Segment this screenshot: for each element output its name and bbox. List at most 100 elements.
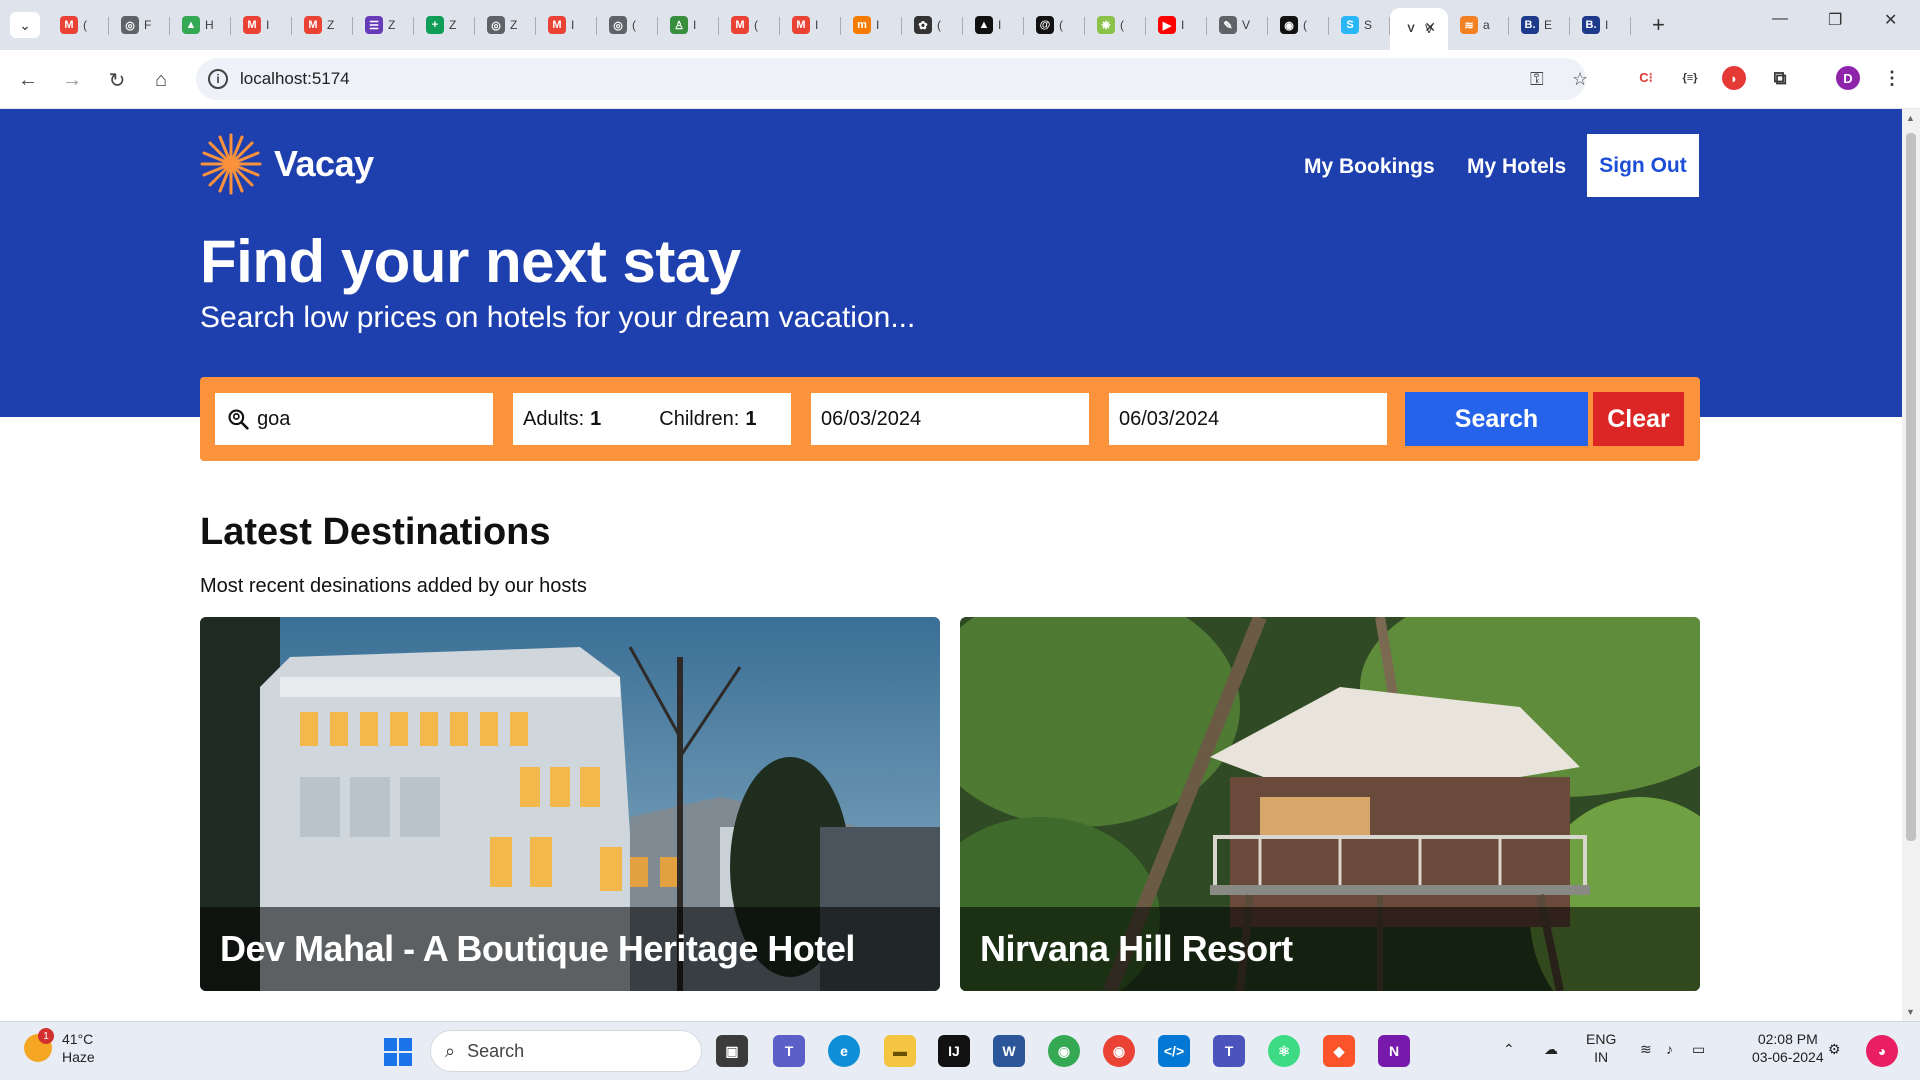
brave-icon[interactable]: ◆: [1323, 1035, 1355, 1067]
browser-tab[interactable]: MI: [536, 8, 597, 42]
github-icon: ◉: [1280, 16, 1298, 34]
scroll-up-arrow-icon[interactable]: ▲: [1906, 113, 1915, 123]
bookmark-star-icon[interactable]: ☆: [1572, 69, 1588, 90]
destination-input[interactable]: [257, 407, 493, 431]
browser-tab[interactable]: MZ: [292, 8, 353, 42]
electron-icon[interactable]: ⚛: [1268, 1035, 1300, 1067]
chrome-profile-icon[interactable]: ◉: [1103, 1035, 1135, 1067]
browser-tab[interactable]: M(: [719, 8, 780, 42]
edge-icon[interactable]: e: [828, 1035, 860, 1067]
check-out-field[interactable]: 06/03/2024: [1109, 393, 1387, 445]
new-tab-plus-icon[interactable]: +: [1652, 12, 1665, 38]
destination-field[interactable]: [215, 393, 493, 445]
browser-tab[interactable]: + Z: [414, 8, 475, 42]
browser-tab[interactable]: ▶ I: [1146, 8, 1207, 42]
browser-tab[interactable]: ◎ F: [109, 8, 170, 42]
my-hotels-link[interactable]: My Hotels: [1467, 155, 1566, 179]
page-scrollbar[interactable]: ▲ ▼: [1902, 109, 1920, 1021]
file-explorer-icon[interactable]: ▬: [884, 1035, 916, 1067]
browser-tab[interactable]: ✎ V: [1207, 8, 1268, 42]
taskbar-search[interactable]: ⌕ Search: [430, 1030, 702, 1072]
browser-menu-icon[interactable]: ⋮: [1880, 66, 1904, 90]
gmail-icon: M: [304, 16, 322, 34]
teams-classic-icon[interactable]: T: [1213, 1035, 1245, 1067]
browser-tab[interactable]: mI: [841, 8, 902, 42]
vacay-icon: V: [1407, 23, 1415, 35]
window-close-icon[interactable]: ✕: [1884, 10, 1897, 30]
tab-title: H: [205, 18, 214, 32]
extension-c-icon[interactable]: C⁝: [1634, 66, 1658, 90]
adults-input[interactable]: 1: [590, 408, 601, 431]
address-bar[interactable]: i localhost:5174: [196, 58, 1586, 100]
back-arrow-icon[interactable]: ←: [14, 66, 42, 94]
sign-out-button[interactable]: Sign Out: [1587, 134, 1699, 197]
browser-tab[interactable]: ≋ a: [1448, 8, 1509, 42]
tab-title: (: [632, 18, 636, 32]
browser-tab[interactable]: ◎(: [597, 8, 658, 42]
destination-card[interactable]: Dev Mahal - A Boutique Heritage Hotel: [200, 617, 940, 991]
search-button[interactable]: Search: [1405, 392, 1588, 446]
extension-shield-icon[interactable]: ◗: [1722, 66, 1746, 90]
browser-tab[interactable]: ▲ I: [963, 8, 1024, 42]
clock-date: 03-06-2024: [1752, 1049, 1824, 1065]
check-in-date[interactable]: 06/03/2024: [821, 408, 921, 431]
home-icon[interactable]: ⌂: [147, 66, 175, 94]
tab-close-icon[interactable]: ✕: [1424, 19, 1436, 36]
scrollbar-thumb[interactable]: [1906, 133, 1916, 841]
browser-tab[interactable]: ◉(: [1268, 8, 1329, 42]
browser-tab[interactable]: ♙ I: [658, 8, 719, 42]
check-in-field[interactable]: 06/03/2024: [811, 393, 1089, 445]
vacay-logo[interactable]: Vacay: [200, 133, 374, 195]
reload-icon[interactable]: ↻: [103, 66, 131, 94]
browser-tab[interactable]: M(: [48, 8, 109, 42]
scroll-down-arrow-icon[interactable]: ▼: [1906, 1007, 1915, 1017]
onedrive-cloud-icon[interactable]: ☁: [1544, 1040, 1558, 1058]
battery-icon[interactable]: ▭: [1692, 1040, 1705, 1058]
browser-tab[interactable]: B. E: [1509, 8, 1570, 42]
vscode-icon[interactable]: </>: [1158, 1035, 1190, 1067]
browser-tab[interactable]: ❋(: [1085, 8, 1146, 42]
browser-tab[interactable]: V V ✕: [1390, 8, 1448, 50]
extension-json-icon[interactable]: {≡}: [1678, 66, 1702, 90]
tab-title: I: [876, 18, 880, 32]
site-info-icon[interactable]: i: [208, 69, 228, 89]
minimize-icon[interactable]: —: [1772, 10, 1788, 28]
intellij-icon[interactable]: IJ: [938, 1035, 970, 1067]
windows-start-icon[interactable]: [384, 1038, 412, 1066]
check-out-date[interactable]: 06/03/2024: [1119, 408, 1219, 431]
browser-tab[interactable]: B. I: [1570, 8, 1631, 42]
browser-tab[interactable]: SS: [1329, 8, 1390, 42]
tab-search-chevron-icon[interactable]: ⌄: [10, 12, 40, 38]
onenote-icon[interactable]: N: [1378, 1035, 1410, 1067]
volume-icon[interactable]: ♪: [1666, 1040, 1673, 1058]
browser-tab[interactable]: ✿(: [902, 8, 963, 42]
destination-card[interactable]: Nirvana Hill Resort: [960, 617, 1700, 991]
extensions-puzzle-icon[interactable]: ⧉: [1768, 66, 1792, 90]
url-text[interactable]: localhost:5174: [240, 69, 350, 89]
notifications-icon[interactable]: ⚙: [1828, 1040, 1841, 1058]
language-indicator[interactable]: ENG IN: [1586, 1030, 1616, 1066]
browser-tab[interactable]: ◎ Z: [475, 8, 536, 42]
my-bookings-link[interactable]: My Bookings: [1304, 155, 1435, 179]
word-icon[interactable]: W: [993, 1035, 1025, 1067]
browser-tab[interactable]: MI: [780, 8, 841, 42]
browser-tab[interactable]: ☰ Z: [353, 8, 414, 42]
chrome-icon[interactable]: ◉: [1048, 1035, 1080, 1067]
children-input[interactable]: 1: [745, 408, 756, 431]
password-key-icon[interactable]: ⚿: [1530, 69, 1544, 90]
restore-icon[interactable]: ❐: [1828, 10, 1842, 30]
tray-chevron-icon[interactable]: ⌃: [1503, 1040, 1515, 1058]
globe-icon: ◎: [121, 16, 139, 34]
clear-button[interactable]: Clear: [1593, 392, 1684, 446]
browser-tab[interactable]: @(: [1024, 8, 1085, 42]
teams-icon[interactable]: T: [773, 1035, 805, 1067]
task-view-icon[interactable]: ▣: [716, 1035, 748, 1067]
copilot-icon[interactable]: ◕: [1866, 1035, 1898, 1067]
browser-tab[interactable]: MI: [231, 8, 292, 42]
wifi-icon[interactable]: ≋: [1640, 1040, 1652, 1058]
profile-avatar[interactable]: D: [1836, 66, 1860, 90]
clock[interactable]: 02:08 PM 03-06-2024: [1752, 1030, 1824, 1066]
weather-widget[interactable]: 1 41°C Haze: [24, 1028, 95, 1066]
forward-arrow-icon[interactable]: →: [58, 66, 86, 94]
browser-tab[interactable]: ▲ H: [170, 8, 231, 42]
